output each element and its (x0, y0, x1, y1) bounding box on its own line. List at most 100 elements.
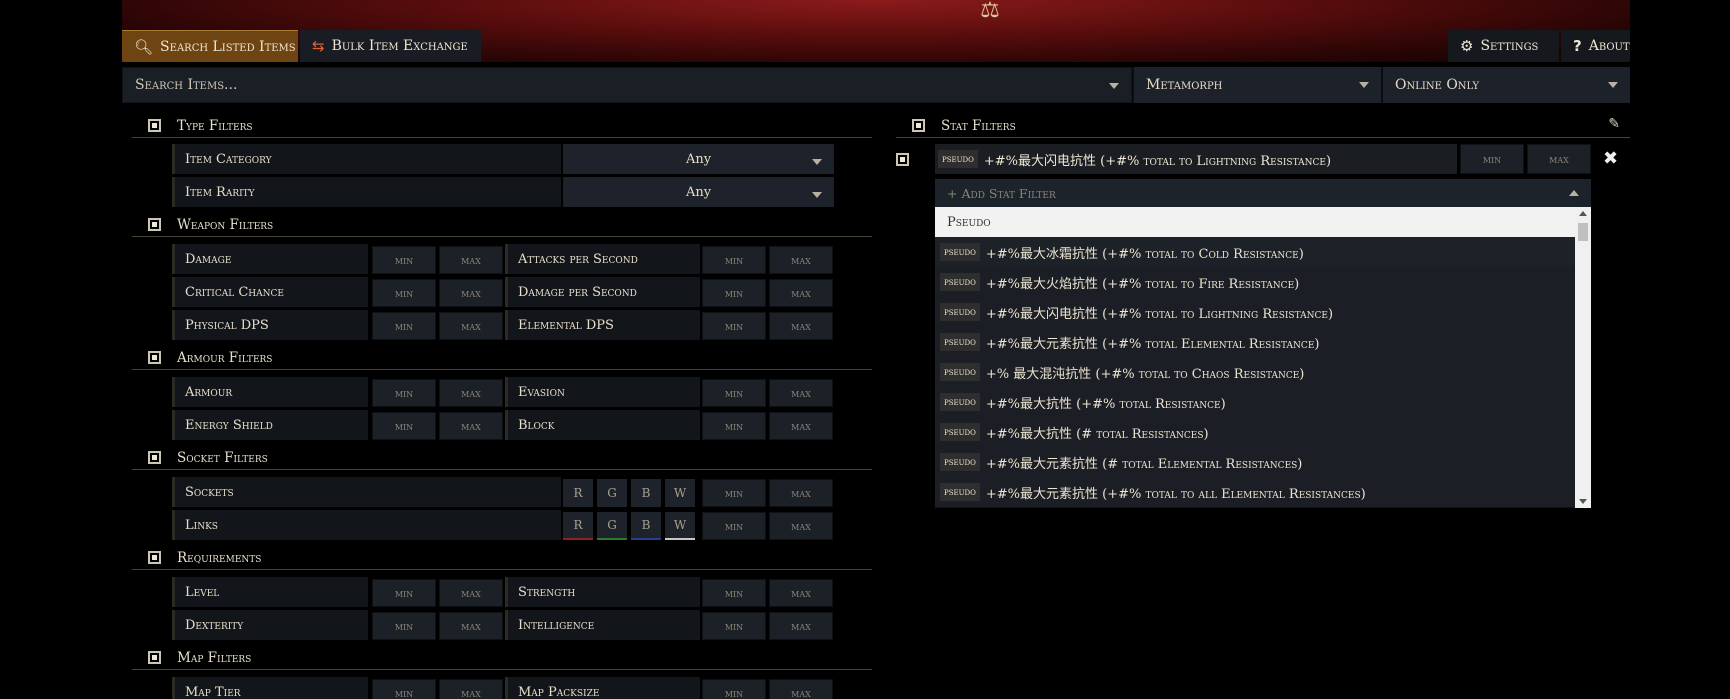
tab-label: Search Listed Items (160, 38, 296, 55)
dropdown-scrollbar[interactable] (1575, 207, 1591, 508)
weapon-filters-header[interactable]: Weapon Filters (132, 213, 872, 237)
aps-min-input[interactable]: min (702, 246, 766, 274)
map-filters-checkbox[interactable] (148, 651, 161, 664)
evasion-max-input[interactable]: max (769, 379, 833, 407)
dropdown-option[interactable]: pseudo +#%最大抗性 (# total Resistances) (935, 417, 1575, 447)
search-bar: Search Items... Metamorph Online Only (122, 67, 1630, 103)
dps-min-input[interactable]: min (702, 279, 766, 307)
pseudo-tag: pseudo (940, 483, 980, 501)
sockets-min-input[interactable]: min (702, 479, 766, 507)
pseudo-tag: pseudo (940, 273, 980, 291)
pseudo-tag: pseudo (938, 150, 978, 168)
settings-button[interactable]: ⚙ Settings (1448, 30, 1559, 62)
sockets-max-input[interactable]: max (769, 479, 833, 507)
scroll-down-icon[interactable] (1579, 499, 1587, 504)
sockets-blue-input[interactable]: B (631, 479, 661, 507)
league-select[interactable]: Metamorph (1132, 67, 1381, 103)
type-filters-checkbox[interactable] (148, 119, 161, 132)
type-filters-header[interactable]: Type Filters (132, 114, 872, 138)
dropdown-option[interactable]: pseudo +#%最大冰霜抗性 (+#% total to Cold Resis… (935, 237, 1575, 267)
block-min-input[interactable]: min (702, 412, 766, 440)
crit-min-input[interactable]: min (372, 279, 436, 307)
stat-filter-toggle-checkbox[interactable] (896, 153, 909, 166)
armour-max-input[interactable]: max (439, 379, 503, 407)
block-label: Block (505, 410, 700, 440)
chevron-up-icon (1569, 190, 1579, 196)
dropdown-option[interactable]: pseudo +#%最大元素抗性 (+#% total to all Elemen… (935, 477, 1575, 507)
search-items-input[interactable]: Search Items... (122, 67, 1132, 103)
weapon-filters-checkbox[interactable] (148, 218, 161, 231)
map-filters-header[interactable]: Map Filters (132, 646, 872, 670)
links-blue-input[interactable]: B (631, 512, 661, 540)
sockets-white-input[interactable]: W (665, 479, 695, 507)
dropdown-option[interactable]: pseudo +#%最大火焰抗性 (+#% total to Fire Resis… (935, 267, 1575, 297)
stat-filter-row: pseudo +#%最大闪电抗性 (+#% total to Lightning… (935, 144, 1457, 174)
filter-row: Armour min max Evasion min max (172, 377, 834, 407)
es-max-input[interactable]: max (439, 412, 503, 440)
dexterity-max-input[interactable]: max (439, 612, 503, 640)
pdps-max-input[interactable]: max (439, 312, 503, 340)
armour-filters-header[interactable]: Armour Filters (132, 346, 872, 370)
requirements-checkbox[interactable] (148, 551, 161, 564)
stat-max-input[interactable]: max (1527, 144, 1591, 174)
armour-filters-checkbox[interactable] (148, 351, 161, 364)
dropdown-option[interactable]: pseudo +#%最大抗性 (+#% total Resistance) (935, 387, 1575, 417)
dropdown-option[interactable]: pseudo +% 最大混沌抗性 (+#% total to Chaos Resi… (935, 357, 1575, 387)
dexterity-min-input[interactable]: min (372, 612, 436, 640)
crit-max-input[interactable]: max (439, 279, 503, 307)
packsize-max-input[interactable]: max (769, 679, 833, 699)
item-rarity-select[interactable]: Any (563, 177, 834, 207)
intelligence-min-input[interactable]: min (702, 612, 766, 640)
energy-shield-label: Energy Shield (172, 410, 368, 440)
edps-max-input[interactable]: max (769, 312, 833, 340)
tab-bulk-item-exchange[interactable]: ⇆ Bulk Item Exchange (300, 30, 481, 62)
socket-filters-header[interactable]: Socket Filters (132, 446, 872, 470)
edps-min-input[interactable]: min (702, 312, 766, 340)
socket-filters-checkbox[interactable] (148, 451, 161, 464)
damage-max-input[interactable]: max (439, 246, 503, 274)
dps-max-input[interactable]: max (769, 279, 833, 307)
dropdown-option[interactable]: pseudo +#%最大元素抗性 (+#% total Elemental Res… (935, 327, 1575, 357)
evasion-min-input[interactable]: min (702, 379, 766, 407)
option-text: +#%最大冰霜抗性 (+#% total to Cold Resistance) (985, 246, 1304, 262)
dropdown-option[interactable]: pseudo +#%最大闪电抗性 (+#% total to Lightning … (935, 297, 1575, 327)
links-max-input[interactable]: max (769, 512, 833, 540)
scroll-up-icon[interactable] (1579, 211, 1587, 216)
pdps-min-input[interactable]: min (372, 312, 436, 340)
packsize-min-input[interactable]: min (702, 679, 766, 699)
strength-max-input[interactable]: max (769, 579, 833, 607)
scroll-thumb[interactable] (1578, 223, 1588, 241)
add-stat-filter-input[interactable]: + Add Stat Filter (935, 179, 1591, 207)
stat-min-input[interactable]: min (1460, 144, 1524, 174)
armour-min-input[interactable]: min (372, 379, 436, 407)
links-white-input[interactable]: W (665, 512, 695, 540)
sockets-red-input[interactable]: R (563, 479, 593, 507)
requirements-header[interactable]: Requirements (132, 546, 872, 570)
stat-filters-header[interactable]: Stat Filters ✎ (896, 114, 1630, 138)
sockets-green-input[interactable]: G (597, 479, 627, 507)
about-button[interactable]: ? About (1561, 30, 1630, 62)
map-tier-min-input[interactable]: min (372, 679, 436, 699)
filter-row-sockets: Sockets R G B W min max (172, 477, 834, 507)
tab-search-listed-items[interactable]: 🔍︎ Search Listed Items (122, 30, 298, 62)
level-max-input[interactable]: max (439, 579, 503, 607)
dropdown-option[interactable]: pseudo +#%最大元素抗性 (# total Elemental Resis… (935, 447, 1575, 477)
damage-min-input[interactable]: min (372, 246, 436, 274)
pseudo-tag: pseudo (940, 393, 980, 411)
intelligence-max-input[interactable]: max (769, 612, 833, 640)
item-category-select[interactable]: Any (563, 144, 834, 174)
block-max-input[interactable]: max (769, 412, 833, 440)
es-min-input[interactable]: min (372, 412, 436, 440)
links-red-input[interactable]: R (563, 512, 593, 540)
links-min-input[interactable]: min (702, 512, 766, 540)
remove-stat-close-icon[interactable]: ✖ (1603, 148, 1618, 169)
edit-icon[interactable]: ✎ (1608, 116, 1620, 132)
stat-dropdown-list: Pseudo pseudo +#%最大冰霜抗性 (+#% total to Col… (935, 207, 1591, 508)
links-green-input[interactable]: G (597, 512, 627, 540)
strength-min-input[interactable]: min (702, 579, 766, 607)
stat-filters-checkbox[interactable] (912, 119, 925, 132)
aps-max-input[interactable]: max (769, 246, 833, 274)
map-tier-max-input[interactable]: max (439, 679, 503, 699)
online-status-select[interactable]: Online Only (1381, 67, 1630, 103)
level-min-input[interactable]: min (372, 579, 436, 607)
